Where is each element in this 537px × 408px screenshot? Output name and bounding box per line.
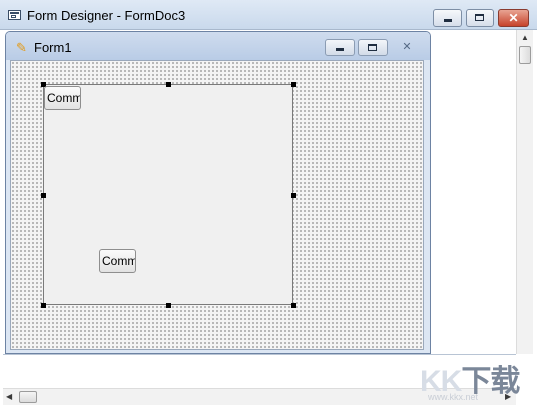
minimize-icon (336, 48, 344, 51)
maximize-icon (475, 14, 484, 21)
close-icon: ✕ (508, 11, 519, 25)
scroll-left-icon[interactable]: ◀ (6, 392, 12, 401)
form1-minimize-button[interactable] (325, 39, 355, 56)
designer-window-icon (8, 10, 21, 20)
watermark-url: www.kkx.net (428, 392, 479, 402)
selected-container-panel[interactable] (43, 84, 293, 305)
form1-title-bar[interactable]: ✎ Form1 ✕ (6, 32, 430, 60)
form1-maximize-button[interactable] (358, 39, 388, 56)
designer-maximize-button[interactable] (466, 9, 494, 27)
command-button-1[interactable]: Comm (44, 86, 81, 110)
form1-close-button[interactable]: ✕ (392, 39, 422, 56)
designer-close-button[interactable]: ✕ (498, 9, 529, 27)
resize-handle-top-right[interactable] (291, 82, 296, 87)
form1-title: Form1 (34, 40, 72, 55)
close-icon: ✕ (402, 41, 412, 53)
designer-minimize-button[interactable] (433, 9, 462, 27)
minimize-icon (443, 19, 452, 22)
resize-handle-bottom-left[interactable] (41, 303, 46, 308)
resize-handle-top[interactable] (166, 82, 171, 87)
form-designer-window: Form Designer - FormDoc3 ✕ ✎ Form1 ✕ Com… (0, 0, 537, 408)
resize-handle-right[interactable] (291, 193, 296, 198)
maximize-icon (368, 44, 377, 51)
vertical-scrollbar[interactable]: ▲ (516, 30, 533, 354)
designer-window-title: Form Designer - FormDoc3 (27, 8, 186, 23)
designer-title-bar[interactable]: Form Designer - FormDoc3 ✕ (0, 0, 537, 30)
scroll-up-icon[interactable]: ▲ (521, 33, 529, 42)
horizontal-scroll-thumb[interactable] (19, 391, 37, 403)
resize-handle-bottom-right[interactable] (291, 303, 296, 308)
form-icon: ✎ (16, 40, 27, 55)
vertical-scroll-thumb[interactable] (519, 46, 531, 64)
resize-handle-left[interactable] (41, 193, 46, 198)
resize-handle-bottom[interactable] (166, 303, 171, 308)
command-button-2[interactable]: Comm (99, 249, 136, 273)
